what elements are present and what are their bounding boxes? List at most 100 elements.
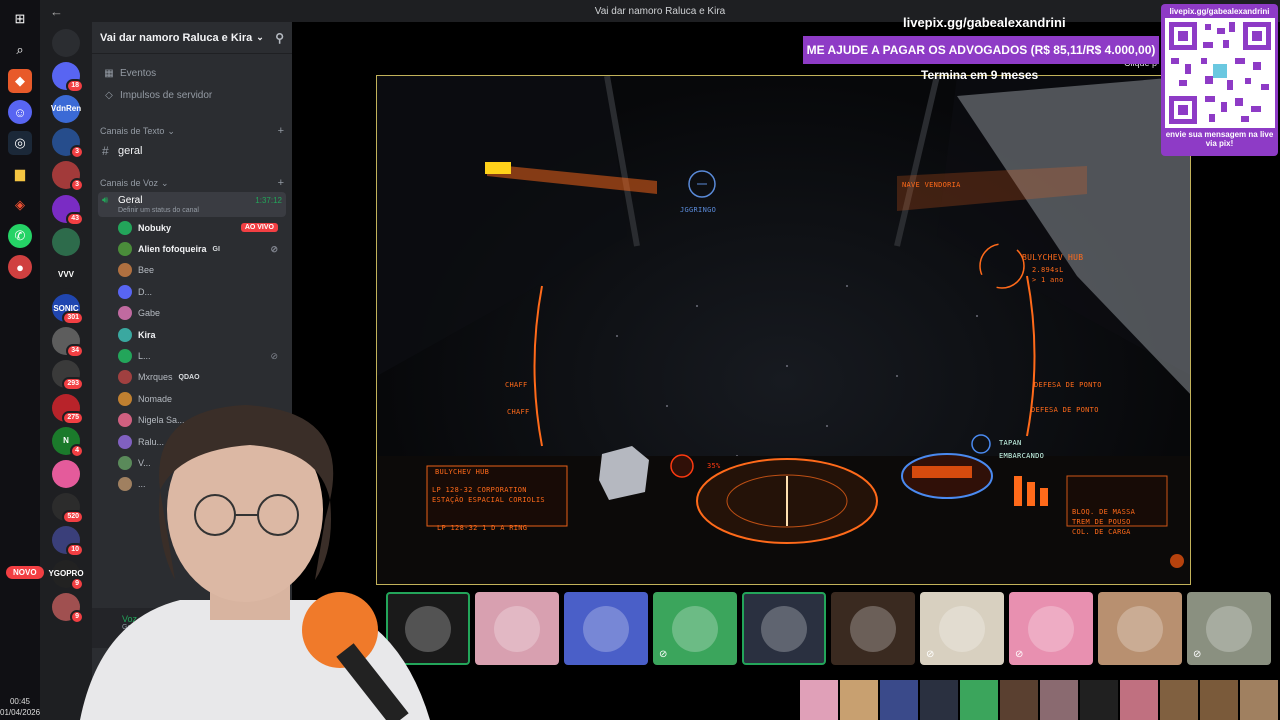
server-icon-label: VdnRen <box>50 104 82 114</box>
voice-category[interactable]: Canais de Voz ⌄ + <box>92 174 292 192</box>
participant-thumbnail[interactable] <box>880 680 918 720</box>
overflow-thumbnails <box>800 680 1278 720</box>
server-icon[interactable]: 18 <box>52 61 84 93</box>
participant-tile[interactable] <box>831 592 915 665</box>
avatar <box>118 220 132 235</box>
voice-member[interactable]: Gabe <box>92 303 292 324</box>
member-name: Mxrques <box>138 372 173 383</box>
participant-thumbnail[interactable] <box>1200 680 1238 720</box>
unread-badge: 3 <box>70 178 84 193</box>
back-arrow-icon[interactable]: ← <box>50 4 110 19</box>
voice-member[interactable]: Alien fofoqueira GI ⊘ <box>92 238 292 259</box>
server-icon[interactable] <box>52 227 80 256</box>
voice-member[interactable]: Nobuky AO VIVO <box>92 217 292 238</box>
voice-member[interactable]: Mxrques QDAO <box>92 367 292 388</box>
server-icon[interactable]: VdnRen <box>50 94 82 123</box>
participant-thumbnail[interactable] <box>800 680 838 720</box>
hud-embark: EMBARCANDO <box>999 452 1045 460</box>
server-icon[interactable]: VVV <box>52 260 80 289</box>
participant-thumbnail[interactable] <box>1040 680 1078 720</box>
voice-member[interactable]: D... <box>92 281 292 302</box>
taskbar-clock[interactable]: 00:45 01/04/2026 <box>0 696 40 718</box>
member-name: Kira <box>138 329 156 340</box>
member-name: Nobuky <box>138 222 172 233</box>
hud-target-label: JGGRINGO <box>680 206 717 214</box>
voice-member[interactable]: L... ⊘ <box>92 345 292 366</box>
participant-thumbnail[interactable] <box>960 680 998 720</box>
git-icon[interactable]: ◈ <box>8 193 32 217</box>
participant-avatar <box>494 605 540 652</box>
hud-defense-2: DEFESA DE PONTO <box>1031 406 1099 414</box>
chrome-icon[interactable]: ● <box>8 255 32 279</box>
nav-boosts[interactable]: ◇ Impulsos de servidor <box>92 84 292 106</box>
participant-avatar <box>761 605 807 652</box>
new-badge[interactable]: NOVO <box>6 566 44 579</box>
server-icon[interactable]: SONIC 301 <box>52 294 84 326</box>
participant-thumbnail[interactable] <box>1080 680 1118 720</box>
game-stream-video[interactable]: JGGRINGO NAVE VENDORIA BULYCHEV HUB 2.89… <box>376 75 1191 585</box>
server-icon[interactable]: 3 <box>52 161 84 193</box>
muted-mic-icon: ⊘ <box>659 649 668 660</box>
participant-thumbnail[interactable] <box>1160 680 1198 720</box>
hud-chaff-2: CHAFF <box>507 408 530 416</box>
participant-tile[interactable] <box>742 592 826 665</box>
hud-tapan: TAPAN <box>999 439 1022 447</box>
server-icon[interactable]: 43 <box>52 194 84 226</box>
member-name: L... <box>138 351 151 362</box>
member-tag: QDAO <box>178 373 200 381</box>
member-name: D... <box>138 286 153 297</box>
participant-tile[interactable] <box>1098 592 1182 665</box>
avatar <box>118 306 132 321</box>
participant-thumbnail[interactable] <box>1240 680 1278 720</box>
discord-taskbar-icon[interactable]: ☺ <box>8 100 32 124</box>
add-voice-channel-icon[interactable]: + <box>278 177 284 189</box>
participant-thumbnail[interactable] <box>1000 680 1038 720</box>
participant-tile[interactable]: ⊘ <box>1187 592 1271 665</box>
voice-channel-geral[interactable]: 🔊︎ Geral 1:37:12 Definir um status do ca… <box>98 192 286 217</box>
participant-avatar <box>850 605 896 652</box>
server-icon[interactable]: 293 <box>52 360 84 392</box>
windows-start-icon[interactable]: ⊞ <box>8 7 32 31</box>
folder-icon[interactable]: ▆ <box>8 162 32 186</box>
text-category[interactable]: Canais de Texto ⌄ + <box>92 122 292 140</box>
nav-events[interactable]: ▦ Eventos <box>92 62 292 84</box>
participant-thumbnail[interactable] <box>1120 680 1158 720</box>
voice-member[interactable]: Bee <box>92 260 292 281</box>
nav-boosts-label: Impulsos de servidor <box>120 89 213 101</box>
voice-member[interactable]: Kira <box>92 324 292 345</box>
add-text-channel-icon[interactable]: + <box>278 125 284 137</box>
avatar <box>118 327 132 342</box>
server-header[interactable]: Vai dar namoro Raluca e Kira ⌄ ⚲ <box>92 22 292 54</box>
participant-tiles: ⊘ ⊘ ⊘ ⊘ <box>386 592 1271 665</box>
invite-icon[interactable]: ⚲ <box>275 31 284 45</box>
streamer-webcam <box>60 400 450 720</box>
participant-thumbnail[interactable] <box>920 680 958 720</box>
hud-cargo-2: TREM DE POUSO <box>1072 518 1131 526</box>
voice-channel-status[interactable]: Definir um status do canal <box>102 207 282 214</box>
member-name: Gabe <box>138 308 161 319</box>
brave-icon[interactable]: ◆ <box>8 69 32 93</box>
participant-tile[interactable] <box>475 592 559 665</box>
participant-tile[interactable]: ⊘ <box>1009 592 1093 665</box>
member-tag: GI <box>212 245 220 253</box>
window-title: Vai dar namoro Raluca e Kira <box>594 5 726 17</box>
hud-system: LP 128-32 1 D A RING <box>437 524 528 532</box>
hud-speed: 35% <box>707 462 721 470</box>
taskbar-date: 01/04/2026 <box>0 708 41 717</box>
participant-tile[interactable]: ⊘ <box>653 592 737 665</box>
participant-tile[interactable]: ⊘ <box>920 592 1004 665</box>
participant-thumbnail[interactable] <box>840 680 878 720</box>
steam-icon[interactable]: ◎ <box>8 131 32 155</box>
participant-avatar <box>1117 605 1163 652</box>
muted-mic-icon: ⊘ <box>1193 649 1202 660</box>
category-chevron-icon: ⌄ <box>167 125 175 136</box>
server-icon[interactable]: 34 <box>52 327 84 359</box>
qr-code-icon <box>1164 18 1275 128</box>
server-icon[interactable]: 3 <box>52 128 84 160</box>
whatsapp-icon[interactable]: ✆ <box>8 224 32 248</box>
search-icon[interactable]: ⌕ <box>8 38 32 62</box>
participant-tile[interactable] <box>564 592 648 665</box>
discord-home-button[interactable] <box>52 28 80 57</box>
channel-geral[interactable]: # geral <box>98 140 286 162</box>
unread-badge: 3 <box>70 145 84 160</box>
